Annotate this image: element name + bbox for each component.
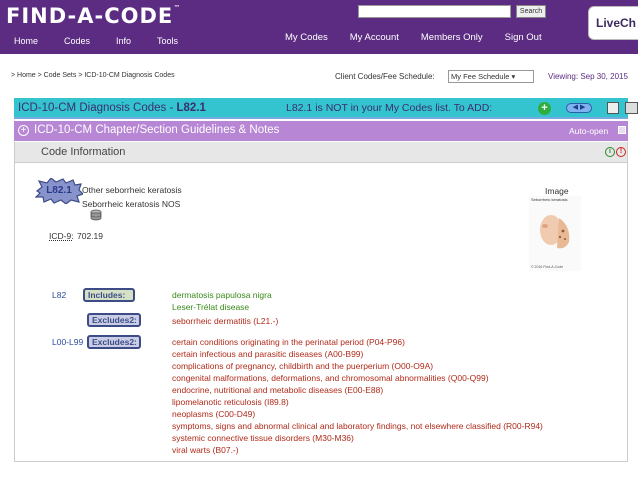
panel-header: Code Information i ! xyxy=(15,142,627,163)
nav-codes[interactable]: Codes xyxy=(64,36,90,46)
nav-members-only[interactable]: Members Only xyxy=(421,32,483,43)
nav-home[interactable]: Home xyxy=(14,36,38,46)
panel-title: Code Information xyxy=(41,146,126,158)
add-code-icon[interactable]: + xyxy=(538,102,551,115)
livechat-button[interactable]: LiveCh xyxy=(588,6,638,40)
code-value: L82.1 xyxy=(46,185,72,196)
my-codes-notice: L82.1 is NOT in your My Codes list. To A… xyxy=(286,102,493,114)
code-description-primary: Other seborrheic keratosis xyxy=(82,185,182,195)
nav-info[interactable]: Info xyxy=(116,36,131,46)
icd9-label[interactable]: ICD-9: xyxy=(49,231,74,241)
excludes2-item[interactable]: systemic connective tissue disorders (M3… xyxy=(172,433,354,443)
includes-item: dermatosis papulosa nigra xyxy=(172,290,272,300)
nav-my-account[interactable]: My Account xyxy=(350,32,399,43)
guidelines-title[interactable]: ICD-10-CM Chapter/Section Guidelines & N… xyxy=(34,124,279,136)
condition-image[interactable]: Seborrheic keratosis © 2016 Find-A-Code xyxy=(529,196,581,271)
auto-open-label: Auto-open xyxy=(569,126,609,136)
image-credit: © 2016 Find-A-Code xyxy=(531,265,564,269)
excludes2-item[interactable]: complications of pregnancy, childbirth a… xyxy=(172,361,433,371)
expand-plus-icon[interactable]: + xyxy=(18,125,29,136)
top-header: FIND-A-CODE™ Search LiveCh Home Codes In… xyxy=(0,0,638,54)
excludes2-item[interactable]: neoplasms (C00-D49) xyxy=(172,409,255,419)
notes-code-l82[interactable]: L82 xyxy=(52,290,66,300)
code-description-secondary: Seborrheic keratosis NOS xyxy=(82,199,181,209)
nav-tools[interactable]: Tools xyxy=(157,36,178,46)
breadcrumb[interactable]: > Home > Code Sets > ICD-10-CM Diagnosis… xyxy=(11,72,175,79)
find-a-code-logo[interactable]: FIND-A-CODE™ xyxy=(6,4,181,28)
crosswalk-db-icon[interactable] xyxy=(89,209,103,222)
fee-schedule-select[interactable]: My Fee Schedule ▾ xyxy=(448,70,534,83)
code-title: ICD-10-CM Diagnosis Codes - L82.1 xyxy=(18,102,206,114)
includes-item: Leser-Trélat disease xyxy=(172,302,250,312)
nav-sign-out[interactable]: Sign Out xyxy=(505,32,542,43)
excludes2-item[interactable]: endocrine, nutritional and metabolic dis… xyxy=(172,385,383,395)
excludes2-item[interactable]: viral warts (B07.-) xyxy=(172,445,239,455)
excludes2-item[interactable]: congenital malformations, deformations, … xyxy=(172,373,489,383)
image-label: Image xyxy=(545,186,569,196)
code-title-bar: ICD-10-CM Diagnosis Codes - L82.1 L82.1 … xyxy=(14,98,638,119)
excludes2-tag: Excludes2: xyxy=(87,335,141,349)
excludes2-item[interactable]: seborrheic dermatitis (L21.-) xyxy=(172,316,278,326)
search-input[interactable] xyxy=(358,5,511,18)
account-nav: My Codes My Account Members Only Sign Ou… xyxy=(285,32,564,43)
fee-schedule-label: Client Codes/Fee Schedule: xyxy=(335,72,435,81)
excludes2-item[interactable]: lipomelanotic reticulosis (I89.8) xyxy=(172,397,289,407)
auto-open-checkbox[interactable] xyxy=(618,126,626,134)
code-starburst: L82.1 xyxy=(35,178,83,204)
main-nav: Home Codes Info Tools xyxy=(14,36,204,46)
info-icon[interactable]: i xyxy=(605,147,615,157)
viewing-date: Viewing: Sep 30, 2015 xyxy=(548,72,628,81)
excludes2-item[interactable]: certain infectious and parasitic disease… xyxy=(172,349,363,359)
prev-next-arrows-icon[interactable]: ◀ ▶ xyxy=(566,103,592,113)
nav-my-codes[interactable]: My Codes xyxy=(285,32,328,43)
alert-icon[interactable]: ! xyxy=(616,147,626,157)
face-illustration-icon xyxy=(540,215,570,249)
search-button[interactable]: Search xyxy=(516,5,546,18)
print-icon[interactable] xyxy=(625,102,638,114)
excludes2-item[interactable]: symptoms, signs and abnormal clinical an… xyxy=(172,421,543,431)
icd9-value[interactable]: 702.19 xyxy=(77,231,103,241)
includes-tag: Includes: xyxy=(83,288,135,302)
notes-code-l00-l99[interactable]: L00-L99 xyxy=(52,337,83,347)
excludes2-item[interactable]: certain conditions originating in the pe… xyxy=(172,337,405,347)
guidelines-bar[interactable]: + ICD-10-CM Chapter/Section Guidelines &… xyxy=(14,121,628,141)
excludes2-tag: Excludes2: xyxy=(87,313,141,327)
save-icon[interactable] xyxy=(607,102,619,114)
